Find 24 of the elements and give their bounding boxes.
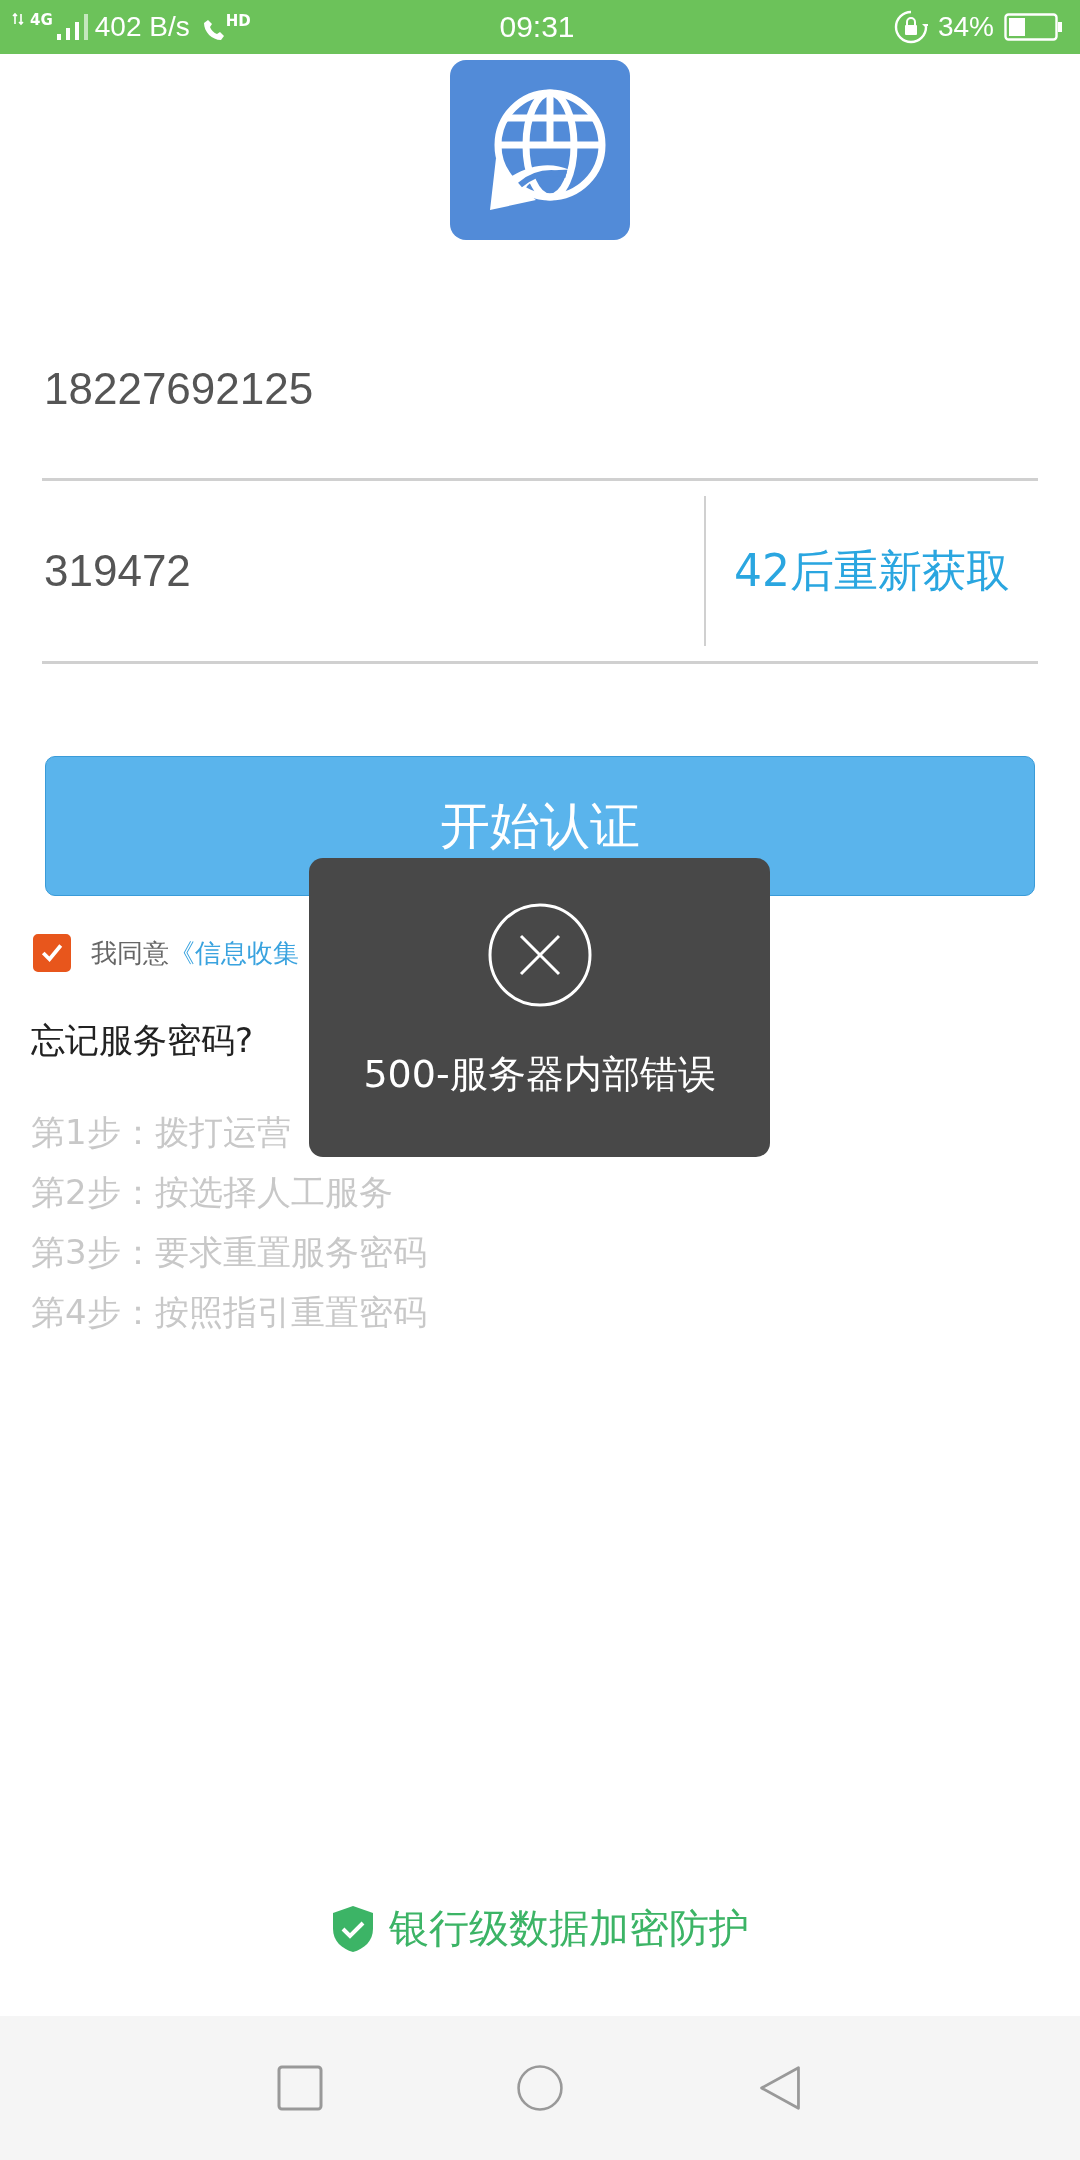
clock: 09:31 [499, 10, 575, 44]
shield-check-icon [331, 1904, 375, 1953]
code-input[interactable]: 319472 [42, 546, 704, 596]
battery-icon [1004, 13, 1062, 41]
signal-icon [54, 14, 89, 40]
recents-icon [276, 2064, 324, 2112]
home-icon [516, 2064, 564, 2112]
rotation-lock-icon [893, 10, 928, 44]
forgot-title: 忘记服务密码? [31, 1019, 255, 1062]
toast-message: 500-服务器内部错误 [363, 1051, 716, 1098]
data-arrows-icon [12, 12, 26, 28]
network-label: 4G [30, 11, 53, 29]
agree-label: 我同意 [91, 936, 169, 970]
globe-logo-icon [450, 60, 630, 240]
network-speed: 402 B/s [94, 11, 190, 43]
battery-percent: 34% [937, 11, 994, 43]
hd-label: HD [225, 12, 251, 30]
resend-button[interactable]: 42后重新获取 [706, 541, 1038, 601]
encryption-notice: 银行级数据加密防护 [389, 1904, 749, 1953]
phone-icon [201, 18, 226, 42]
close-circle-icon [487, 903, 592, 1007]
agree-checkbox[interactable] [33, 934, 71, 972]
rules-link[interactable]: 《信息收集 [169, 935, 299, 971]
phone-input[interactable]: 18227692125 [42, 364, 1038, 414]
